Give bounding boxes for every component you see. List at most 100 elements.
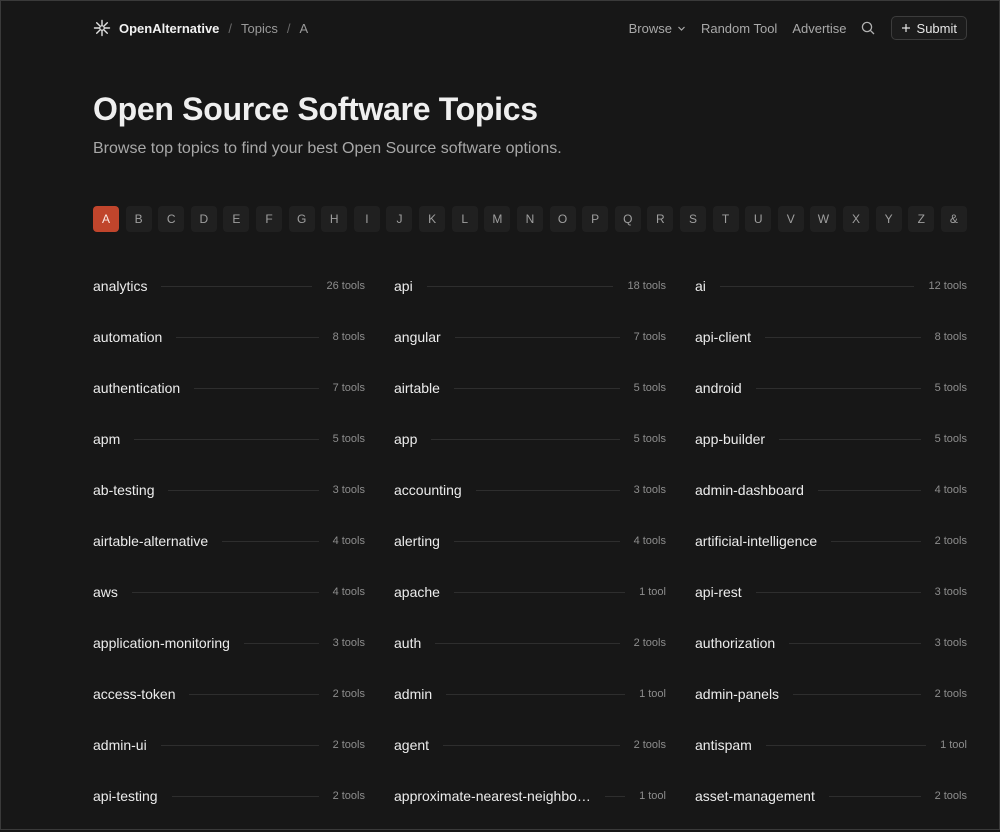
topic-name: application-monitoring xyxy=(93,635,230,651)
topic-name: airtable xyxy=(394,380,440,396)
letter-o[interactable]: O xyxy=(549,206,576,232)
topic-item[interactable]: auth 2 tools xyxy=(394,628,666,679)
topic-item[interactable]: admin-panels 2 tools xyxy=(695,679,967,730)
letter-i[interactable]: I xyxy=(353,206,380,232)
topic-divider xyxy=(189,693,319,695)
topic-item[interactable]: angular 7 tools xyxy=(394,322,666,373)
breadcrumb-topics[interactable]: Topics xyxy=(241,21,278,36)
topic-item[interactable]: approximate-nearest-neighbor-search 1 too… xyxy=(394,781,666,832)
topic-item[interactable]: alerting 4 tools xyxy=(394,526,666,577)
brand-link[interactable]: OpenAlternative xyxy=(119,21,219,36)
letter-t[interactable]: T xyxy=(712,206,739,232)
topic-name: automation xyxy=(93,329,163,345)
nav-browse[interactable]: Browse xyxy=(629,21,686,36)
topic-item[interactable]: admin 1 tool xyxy=(394,679,666,730)
topic-name: ab-testing xyxy=(93,482,155,498)
topic-name: angular xyxy=(394,329,441,345)
topic-count: 1 tool xyxy=(639,790,666,802)
topic-name: aws xyxy=(93,584,118,600)
submit-button[interactable]: Submit xyxy=(890,16,967,40)
letter-j[interactable]: J xyxy=(386,206,413,232)
topic-item[interactable]: admin-ui 2 tools xyxy=(93,730,365,781)
letter-f[interactable]: F xyxy=(256,206,283,232)
topic-item[interactable]: agent 2 tools xyxy=(394,730,666,781)
topic-item[interactable]: access-token 2 tools xyxy=(93,679,365,730)
topic-name: api-rest xyxy=(695,584,742,600)
topic-item[interactable]: authorization 3 tools xyxy=(695,628,967,679)
topic-item[interactable]: antispam 1 tool xyxy=(695,730,967,781)
letter-r[interactable]: R xyxy=(647,206,674,232)
topic-row: agent 2 tools xyxy=(394,730,666,760)
topic-item[interactable]: apache 1 tool xyxy=(394,577,666,628)
topic-divider xyxy=(134,438,319,440)
topic-count: 3 tools xyxy=(934,586,967,598)
topic-item[interactable]: app 5 tools xyxy=(394,424,666,475)
letter-y[interactable]: Y xyxy=(875,206,902,232)
letter-u[interactable]: U xyxy=(745,206,772,232)
letter-q[interactable]: Q xyxy=(614,206,641,232)
topic-item[interactable]: api 18 tools xyxy=(394,271,666,322)
topic-item[interactable]: authentication 7 tools xyxy=(93,373,365,424)
topic-item[interactable]: ai 12 tools xyxy=(695,271,967,322)
topic-count: 3 tools xyxy=(332,484,365,496)
topic-divider xyxy=(131,591,319,593)
letter-a[interactable]: A xyxy=(93,206,119,232)
nav-random-tool[interactable]: Random Tool xyxy=(701,21,777,36)
letter-m[interactable]: M xyxy=(484,206,511,232)
topic-item[interactable]: automation 8 tools xyxy=(93,322,365,373)
topic-item[interactable]: api-testing 2 tools xyxy=(93,781,365,832)
topic-item[interactable]: application-monitoring 3 tools xyxy=(93,628,365,679)
topic-item[interactable]: artificial-intelligence 2 tools xyxy=(695,526,967,577)
topic-item[interactable]: api-client 8 tools xyxy=(695,322,967,373)
topic-name: app-builder xyxy=(695,431,766,447)
letter-b[interactable]: B xyxy=(125,206,152,232)
topic-item[interactable]: analytics 26 tools xyxy=(93,271,365,322)
topic-item[interactable]: android 5 tools xyxy=(695,373,967,424)
letter-ampersand[interactable]: & xyxy=(940,206,967,232)
page-subtitle: Browse top topics to find your best Open… xyxy=(93,140,562,157)
letter-w[interactable]: W xyxy=(810,206,837,232)
topic-name: api xyxy=(394,278,413,294)
letter-z[interactable]: Z xyxy=(908,206,935,232)
letter-d[interactable]: D xyxy=(190,206,217,232)
letter-s[interactable]: S xyxy=(679,206,706,232)
topic-divider xyxy=(426,285,614,287)
topic-item[interactable]: apm 5 tools xyxy=(93,424,365,475)
letter-x[interactable]: X xyxy=(843,206,870,232)
topic-row: admin-ui 2 tools xyxy=(93,730,365,760)
topic-count: 2 tools xyxy=(633,739,666,751)
nav-advertise[interactable]: Advertise xyxy=(792,21,846,36)
topic-item[interactable]: airtable-alternative 4 tools xyxy=(93,526,365,577)
topic-item[interactable]: ab-testing 3 tools xyxy=(93,475,365,526)
letter-l[interactable]: L xyxy=(451,206,478,232)
topic-divider xyxy=(765,744,927,746)
letter-h[interactable]: H xyxy=(321,206,348,232)
letter-n[interactable]: N xyxy=(516,206,543,232)
letter-e[interactable]: E xyxy=(223,206,250,232)
topic-item[interactable]: airtable 5 tools xyxy=(394,373,666,424)
topic-name: alerting xyxy=(394,533,440,549)
letter-c[interactable]: C xyxy=(158,206,185,232)
topic-item[interactable]: api-rest 3 tools xyxy=(695,577,967,628)
topic-row: artificial-intelligence 2 tools xyxy=(695,526,967,556)
letter-v[interactable]: V xyxy=(777,206,804,232)
letter-k[interactable]: K xyxy=(419,206,446,232)
topic-divider xyxy=(446,693,626,695)
topic-name: authorization xyxy=(695,635,776,651)
topic-item[interactable]: admin-dashboard 4 tools xyxy=(695,475,967,526)
topic-row: antispam 1 tool xyxy=(695,730,967,760)
topic-name: api-testing xyxy=(93,788,158,804)
topic-count: 4 tools xyxy=(332,586,365,598)
topic-item[interactable]: accounting 3 tools xyxy=(394,475,666,526)
letter-p[interactable]: P xyxy=(582,206,609,232)
topic-item[interactable]: aws 4 tools xyxy=(93,577,365,628)
topic-item[interactable]: asset-management 2 tools xyxy=(695,781,967,832)
page-title: Open Source Software Topics xyxy=(93,91,538,127)
topic-row: asset-management 2 tools xyxy=(695,781,967,811)
topic-item[interactable]: app-builder 5 tools xyxy=(695,424,967,475)
letter-g[interactable]: G xyxy=(288,206,315,232)
topic-row: alerting 4 tools xyxy=(394,526,666,556)
openalternative-logo-icon[interactable] xyxy=(93,19,111,37)
search-icon[interactable] xyxy=(861,21,875,35)
topic-name: antispam xyxy=(695,737,752,753)
